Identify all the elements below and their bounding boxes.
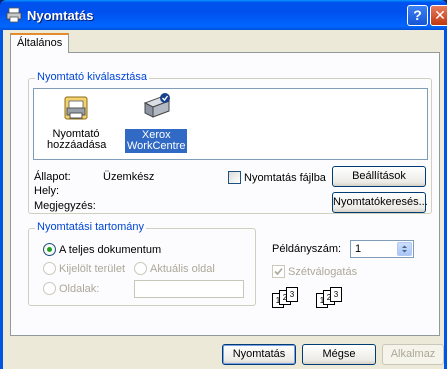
collate-checkbox[interactable] bbox=[272, 265, 285, 278]
copies-spinner[interactable]: 1 bbox=[350, 240, 414, 258]
print-dialog-window: Nyomtatás ? ✕ Általános Nyomtató kiválas… bbox=[0, 0, 447, 369]
apply-button-label: Alkalmaz bbox=[390, 348, 436, 360]
current-page-radio[interactable] bbox=[134, 262, 147, 275]
page-range-title: Nyomtatási tartomány bbox=[35, 221, 146, 233]
status-value: Üzemkész bbox=[103, 171, 155, 183]
pages-radio[interactable] bbox=[43, 282, 56, 295]
select-printer-title: Nyomtató kiválasztása bbox=[35, 71, 150, 83]
close-button[interactable]: ✕ bbox=[430, 5, 447, 26]
help-button[interactable]: ? bbox=[407, 5, 428, 26]
printer-item-xerox[interactable]: Xerox WorkCentre bbox=[125, 91, 188, 153]
copies-spin-buttons[interactable] bbox=[397, 242, 412, 256]
checkmark-icon bbox=[274, 267, 283, 276]
print-button-label: Nyomtatás bbox=[232, 348, 286, 360]
selection-label[interactable]: Kijelölt terület bbox=[59, 263, 125, 275]
tab-general-label: Általános bbox=[17, 37, 63, 49]
tab-general[interactable]: Általános bbox=[10, 33, 70, 53]
add-printer-label-2: hozzáadása bbox=[47, 139, 107, 151]
title-bar[interactable]: Nyomtatás ? ✕ bbox=[0, 0, 447, 30]
apply-button[interactable]: Alkalmaz bbox=[382, 344, 444, 365]
printer-icon bbox=[6, 7, 22, 23]
pages-label[interactable]: Oldalak: bbox=[59, 283, 99, 295]
pages-input[interactable] bbox=[134, 280, 244, 298]
spin-arrows-icon bbox=[402, 245, 407, 253]
preferences-button[interactable]: Beállítások bbox=[332, 166, 426, 187]
print-button[interactable]: Nyomtatás bbox=[222, 344, 296, 365]
help-icon: ? bbox=[413, 7, 422, 23]
find-printer-button[interactable]: Nyomtatókeresés... bbox=[332, 192, 428, 213]
cancel-button[interactable]: Mégse bbox=[302, 344, 376, 365]
print-to-file-checkbox[interactable] bbox=[228, 171, 241, 184]
xerox-printer-label: Xerox WorkCentre bbox=[125, 129, 188, 153]
close-icon: ✕ bbox=[434, 7, 446, 23]
copies-label: Példányszám: bbox=[272, 243, 342, 255]
print-to-file-label[interactable]: Nyomtatás fájlba bbox=[244, 172, 326, 184]
all-pages-label[interactable]: A teljes dokumentum bbox=[59, 244, 161, 256]
add-printer-item[interactable]: Nyomtató hozzáadása bbox=[47, 91, 107, 151]
location-label: Hely: bbox=[34, 185, 60, 197]
cancel-button-label: Mégse bbox=[322, 348, 356, 360]
selection-radio[interactable] bbox=[43, 262, 56, 275]
current-page-label[interactable]: Aktuális oldal bbox=[150, 263, 215, 275]
all-pages-radio[interactable] bbox=[43, 243, 56, 256]
comment-label: Megjegyzés: bbox=[34, 200, 96, 212]
xerox-printer-label-2: WorkCentre bbox=[127, 140, 186, 152]
copies-value: 1 bbox=[355, 243, 362, 255]
preferences-button-label: Beállítások bbox=[352, 170, 406, 182]
window-title: Nyomtatás bbox=[27, 8, 94, 23]
add-printer-icon bbox=[60, 91, 92, 123]
printer-icon bbox=[139, 91, 171, 123]
status-label: Állapot: bbox=[34, 171, 71, 183]
printer-list[interactable]: Nyomtató hozzáadása Xerox WorkCentre bbox=[33, 88, 428, 160]
find-printer-button-label: Nyomtatókeresés... bbox=[333, 196, 428, 208]
collate-label[interactable]: Szétválogatás bbox=[288, 266, 357, 278]
